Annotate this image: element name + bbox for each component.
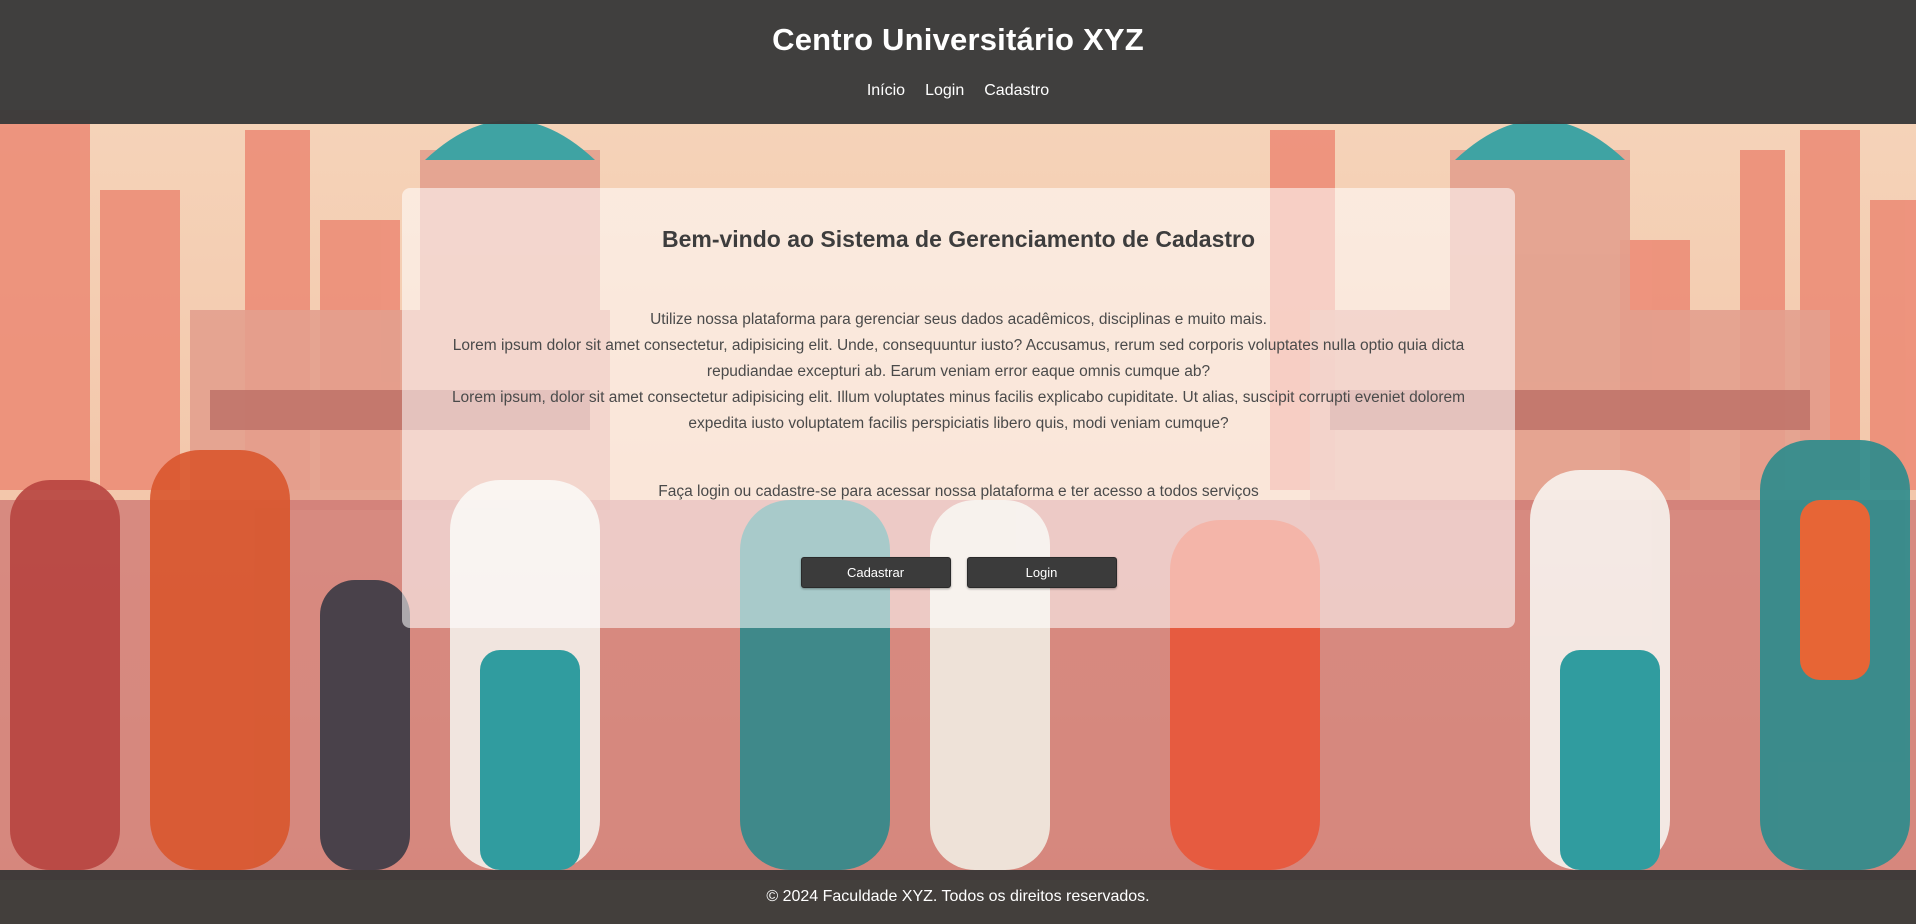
footer-copyright: © 2024 Faculdade XYZ. Todos os direitos …	[766, 888, 1150, 905]
intro-line: Utilize nossa plataforma para gerenciar …	[650, 311, 1267, 328]
intro-line: Lorem ipsum dolor sit amet consectetur, …	[452, 337, 1465, 380]
site-title: Centro Universitário XYZ	[772, 22, 1144, 57]
nav-link-cadastro[interactable]: Cadastro	[984, 82, 1049, 100]
nav-link-login[interactable]: Login	[925, 82, 964, 100]
register-button[interactable]: Cadastrar	[800, 557, 951, 588]
welcome-heading: Bem-vindo ao Sistema de Gerenciamento de…	[661, 226, 1256, 252]
site-header: Centro Universitário XYZ Início Login Ca…	[0, 0, 1916, 124]
login-button[interactable]: Login	[966, 557, 1117, 588]
main-nav: Início Login Cadastro	[0, 82, 1916, 100]
site-footer: © 2024 Faculdade XYZ. Todos os direitos …	[0, 870, 1916, 924]
action-buttons: Cadastrar Login	[402, 557, 1515, 588]
intro-line: Lorem ipsum, dolor sit amet consectetur …	[451, 389, 1466, 432]
nav-link-inicio[interactable]: Início	[867, 82, 905, 100]
intro-text: Utilize nossa plataforma para gerenciar …	[429, 307, 1489, 437]
cta-text: Faça login ou cadastre-se para acessar n…	[658, 483, 1259, 500]
welcome-card: Bem-vindo ao Sistema de Gerenciamento de…	[402, 188, 1515, 628]
